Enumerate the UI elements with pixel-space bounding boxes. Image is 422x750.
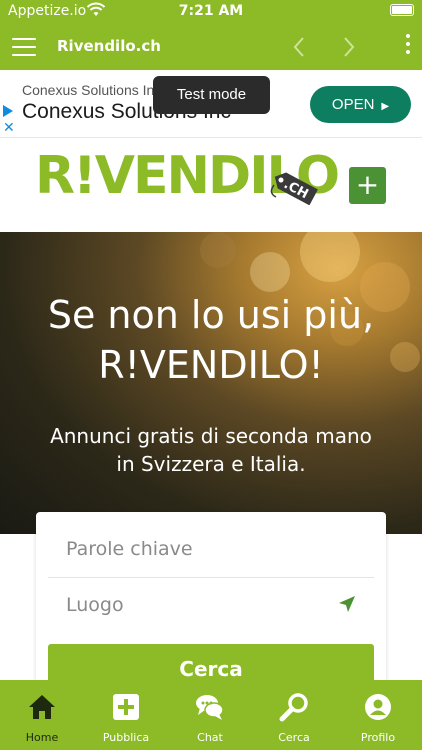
hero-title-line1: Se non lo usi più,: [47, 293, 375, 337]
nav-pubblica-label: Pubblica: [102, 731, 150, 744]
location-input[interactable]: Luogo: [48, 578, 374, 634]
home-icon: [29, 695, 55, 719]
user-circle-icon: [365, 694, 391, 720]
nav-cerca[interactable]: Cerca: [252, 680, 336, 750]
nav-home-label: Home: [25, 731, 59, 744]
battery-icon: [390, 4, 414, 16]
price-tag-icon: .CH: [270, 172, 318, 205]
ad-company-small: Conexus Solutions In: [22, 82, 155, 98]
hero-title: Se non lo usi più, R!VENDILO!: [0, 290, 422, 390]
logo-area: R!VENDILO .CH +: [0, 138, 422, 232]
bottom-nav: Home Pubblica Chat Cerca Profilo: [0, 680, 422, 750]
keywords-placeholder: Parole chiave: [66, 538, 193, 560]
ad-info-icon[interactable]: [3, 105, 13, 117]
plus-square-icon: [113, 694, 139, 720]
chevron-right-icon[interactable]: [334, 30, 364, 64]
search-card: Parole chiave Luogo Cerca: [36, 512, 386, 692]
nav-pubblica[interactable]: Pubblica: [84, 680, 168, 750]
location-arrow-icon[interactable]: [338, 595, 356, 613]
plus-icon: +: [355, 168, 380, 201]
ad-close-icon[interactable]: ✕: [3, 120, 15, 136]
clock: 7:21 AM: [178, 3, 244, 19]
app-title: Rivendilo.ch: [57, 37, 161, 55]
test-mode-toast: Test mode: [153, 76, 270, 114]
search-button[interactable]: Cerca: [48, 644, 374, 684]
hero-subtitle: Annunci gratis di seconda mano in Svizze…: [50, 424, 372, 476]
nav-profilo[interactable]: Profilo: [336, 680, 420, 750]
nav-cerca-label: Cerca: [278, 731, 310, 744]
location-placeholder: Luogo: [66, 594, 124, 616]
hero-title-line2: R!VENDILO!: [98, 343, 324, 387]
hero-banner: Se non lo usi più, R!VENDILO! Annunci gr…: [0, 232, 422, 534]
search-icon: [279, 693, 308, 722]
keywords-input[interactable]: Parole chiave: [48, 522, 374, 578]
ad-open-label: OPEN: [331, 96, 375, 113]
hamburger-icon[interactable]: [12, 38, 36, 56]
nav-home[interactable]: Home: [0, 680, 84, 750]
app-bar: Rivendilo.ch: [0, 24, 422, 70]
nav-chat-label: Chat: [197, 731, 223, 744]
kebab-menu-icon[interactable]: [400, 34, 416, 60]
add-listing-button[interactable]: +: [349, 167, 386, 204]
play-icon: ▶: [378, 101, 390, 112]
nav-chat[interactable]: Chat: [168, 680, 252, 750]
status-bar: Appetize.io 7:21 AM: [0, 0, 422, 24]
ad-open-button[interactable]: OPEN ▶: [310, 86, 411, 123]
chat-icon: [196, 695, 224, 720]
chevron-left-icon[interactable]: [284, 30, 314, 64]
nav-profilo-label: Profilo: [360, 731, 396, 744]
